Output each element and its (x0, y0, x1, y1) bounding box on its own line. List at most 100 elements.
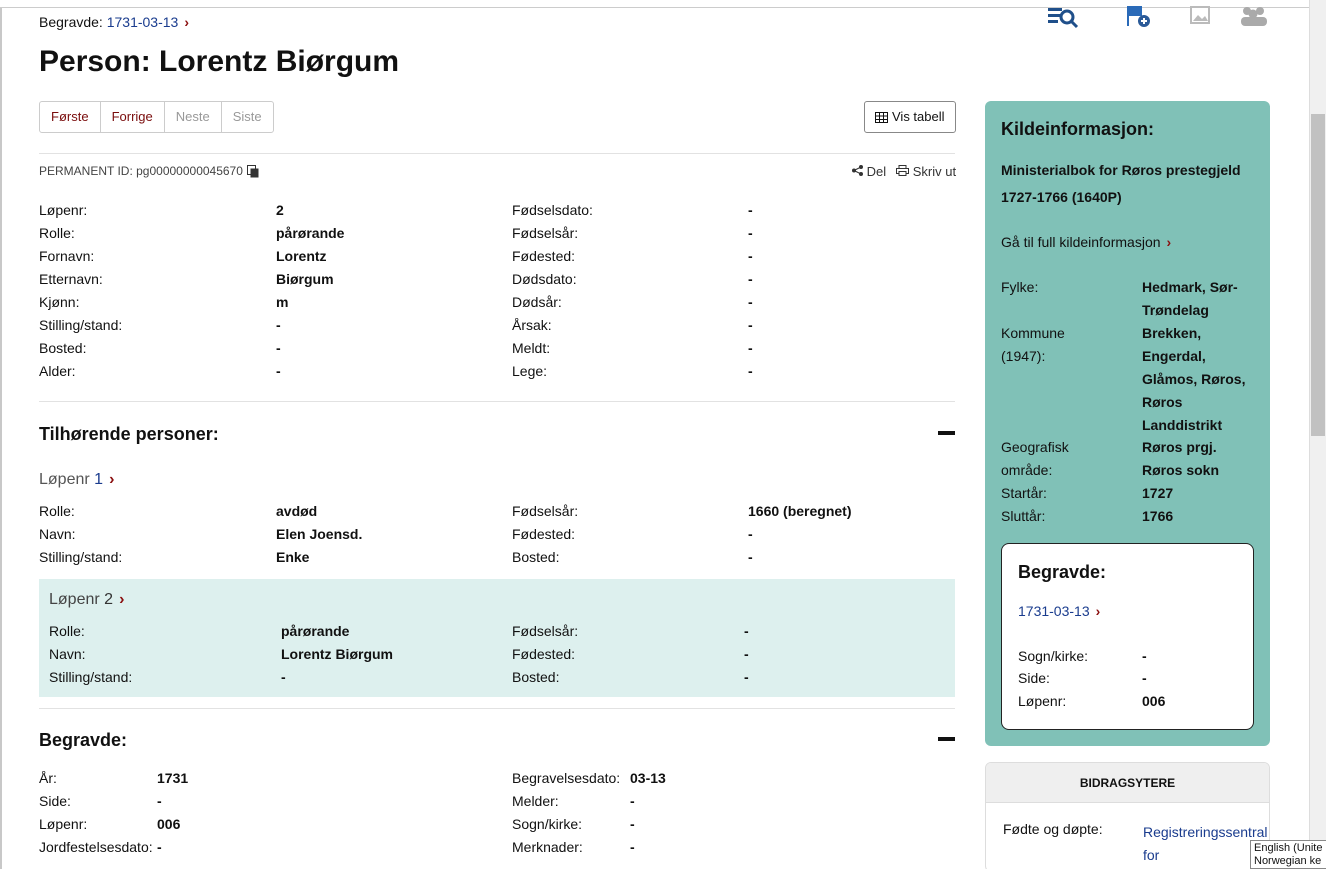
field-label: Løpenr: (1018, 693, 1067, 709)
collapse-icon[interactable] (938, 431, 955, 435)
field-value: Hedmark, Sør-Trøndelag (1142, 279, 1238, 318)
field-value: Elen Joensd. (276, 526, 363, 542)
field-label: Etternavn: (39, 271, 103, 287)
related-persons-heading: Tilhørende personer: (39, 424, 219, 444)
burial-date-link[interactable]: 1731-03-13 › (1018, 603, 1100, 619)
field-label: Startår: (1001, 485, 1047, 501)
share-actions: Del Skriv ut (852, 164, 956, 179)
show-table-label: Vis tabell (892, 109, 945, 124)
field-label: Rolle: (39, 225, 75, 241)
field-value: 1731 (157, 770, 189, 786)
field-label: Kjønn: (39, 294, 80, 310)
detail-row: Fornavn: Lorentz Fødested: - (39, 248, 955, 271)
share-link[interactable]: Del (852, 164, 886, 179)
source-name: Ministerialbok for Røros prestegjeld 172… (1001, 162, 1241, 205)
field-label: Geografisk område: (1001, 439, 1069, 478)
detail-row: Jordfestelsesdato: - Merknader: - (39, 839, 955, 862)
contributors-heading: BIDRAGSYTERE (986, 763, 1269, 803)
flag-add-icon[interactable] (1126, 6, 1154, 30)
field-value: - (1142, 648, 1147, 664)
previous-button[interactable]: Forrige (101, 102, 165, 132)
detail-row: Rolle: avdød Fødselsår: 1660 (beregnet) (39, 503, 955, 526)
field-label: Navn: (49, 646, 86, 662)
field-value: - (157, 793, 162, 809)
field-label: Rolle: (49, 623, 85, 639)
field-value: Røros prgj. Røros sokn (1142, 439, 1220, 478)
field-label: Løpenr: (39, 202, 88, 218)
field-value: - (748, 317, 753, 333)
scroll-thumb[interactable] (1311, 114, 1325, 436)
field-label: Side: (39, 793, 71, 809)
field-value: - (744, 669, 749, 685)
contributor-label: Fødte og døpte: (1003, 821, 1103, 837)
breadcrumb-date-link[interactable]: 1731-03-13 (107, 14, 179, 30)
field-label: Begravelsesdato: (512, 770, 621, 786)
field-value: 2 (276, 202, 284, 218)
print-link[interactable]: Skriv ut (896, 164, 956, 179)
search-list-icon[interactable] (1046, 6, 1082, 30)
field-value: Enke (276, 549, 310, 565)
field-label: Bosted: (512, 669, 560, 685)
field-value: 006 (157, 816, 181, 832)
print-icon (896, 165, 910, 176)
field-label: Meldt: (512, 340, 551, 356)
detail-row: Navn: Lorentz Biørgum Fødested: - (49, 646, 945, 669)
field-label: Alder: (39, 363, 76, 379)
field-value: 1766 (1142, 508, 1174, 524)
source-info-heading: Kildeinformasjon: (1001, 119, 1155, 139)
burial-heading: Begravde: (39, 730, 128, 750)
top-strip (0, 0, 1310, 8)
chevron-right-icon: › (119, 591, 125, 608)
copy-icon[interactable] (246, 164, 259, 178)
full-source-info-link[interactable]: Gå til full kildeinformasjon › (1001, 234, 1171, 250)
field-value: - (157, 839, 162, 855)
field-label: Fødselsår: (512, 503, 579, 519)
permanent-id: PERMANENT ID: pg00000000045670 (39, 164, 259, 178)
detail-row: Stilling/stand: - Årsak: - (39, 317, 955, 340)
field-label: Bosted: (512, 549, 560, 565)
last-button: Siste (232, 109, 262, 124)
burial-details: År: 1731 Begravelsesdato: 03-13 Side: - Melde… (39, 770, 955, 862)
field-label: Stilling/stand: (39, 317, 123, 333)
field-value: 03-13 (630, 770, 666, 786)
related-person-2-link[interactable]: Løpenr 2 › (49, 591, 124, 609)
show-table-button[interactable]: Vis tabell (864, 101, 956, 133)
burial-date: 1731-03-13 (1018, 603, 1090, 619)
field-value: - (744, 646, 749, 662)
field-value: - (748, 271, 753, 287)
field-value: - (630, 793, 635, 809)
vertical-scrollbar[interactable] (1309, 0, 1326, 869)
chevron-right-icon: › (109, 471, 115, 488)
field-value: - (1142, 670, 1147, 686)
detail-row: Rolle: pårørande Fødselsår: - (49, 623, 945, 646)
field-value: - (748, 526, 753, 542)
detail-row: Alder: - Lege: - (39, 363, 955, 386)
field-value: pårørande (281, 623, 350, 639)
field-label: Lege: (512, 363, 548, 379)
language-tooltip: English (Unite Norwegian ke (1250, 840, 1326, 869)
divider (39, 708, 955, 709)
field-value: - (744, 623, 749, 639)
first-button[interactable]: Første (40, 102, 101, 132)
related-person-1-link[interactable]: Løpenr 1 › (39, 471, 114, 489)
person-details: Løpenr: 2 Fødselsdato: - Rolle: pårørande Fød… (39, 202, 955, 386)
people-icon[interactable] (1240, 6, 1268, 28)
field-value: - (748, 294, 753, 310)
field-value: 1660 (beregnet) (748, 503, 852, 519)
field-label: Fødested: (512, 248, 576, 264)
collapse-icon[interactable] (938, 737, 955, 741)
field-value: avdød (276, 503, 318, 519)
field-label: Fødselsår: (512, 623, 579, 639)
field-value: - (281, 669, 286, 685)
contributor-link[interactable]: Registreringssentral for (1143, 821, 1268, 867)
field-value: - (748, 340, 753, 356)
field-label: Bosted: (39, 340, 87, 356)
detail-row: Løpenr: 006 Sogn/kirke: - (39, 816, 955, 839)
detail-row: Stilling/stand: - Bosted: - (49, 669, 945, 692)
lopenr-number: 1 (94, 471, 104, 488)
share-label: Del (866, 164, 887, 179)
image-icon[interactable] (1190, 6, 1212, 26)
field-label: År: (39, 770, 57, 786)
field-value: 1727 (1142, 485, 1174, 501)
field-label: Fødested: (512, 526, 576, 542)
